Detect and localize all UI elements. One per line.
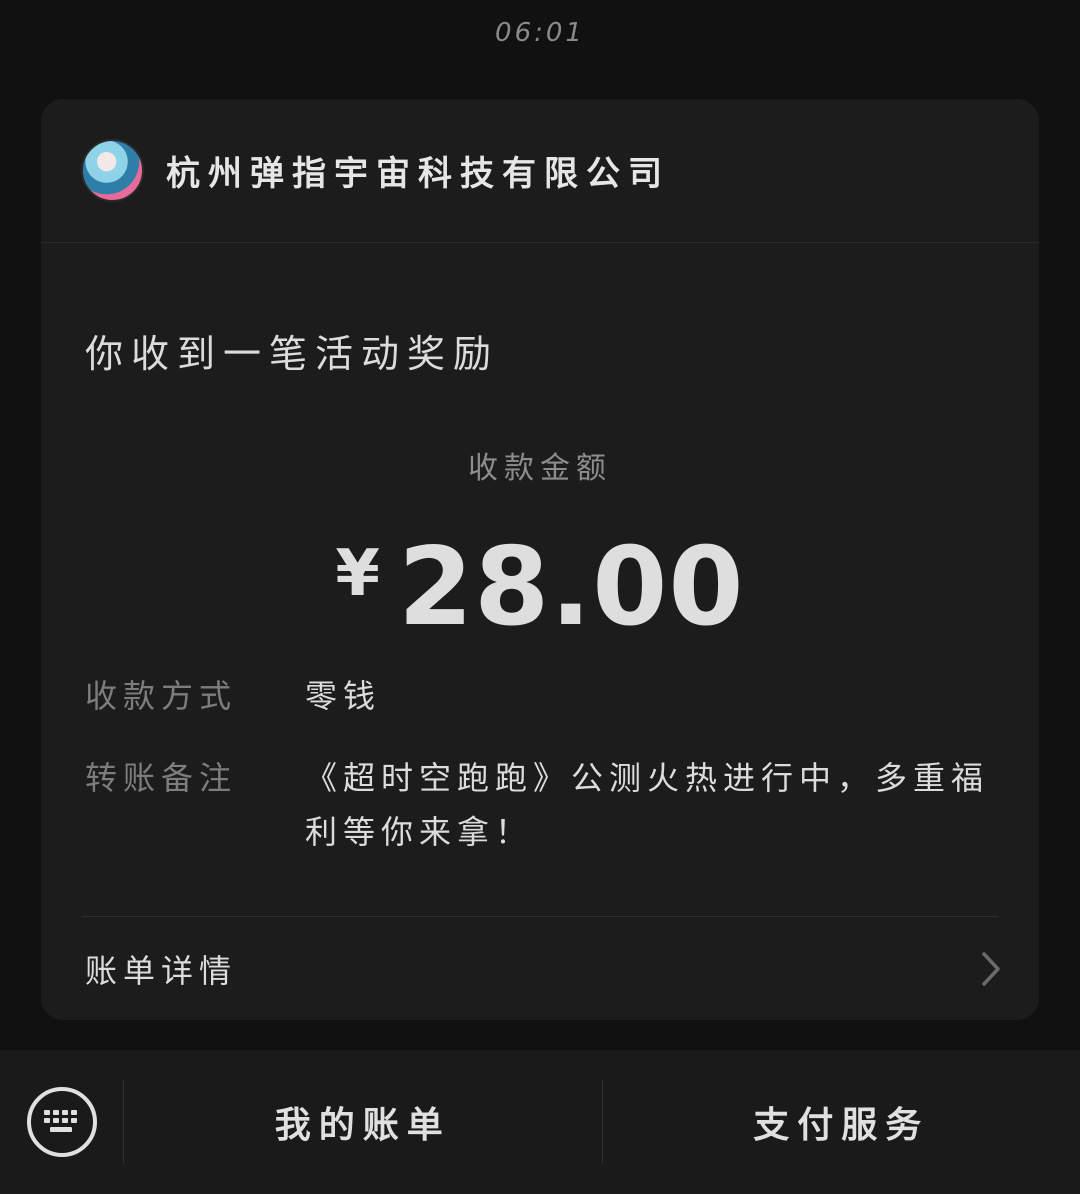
menu-payment-services[interactable]: 支付服务 [603,1050,1080,1194]
bill-details-link[interactable]: 账单详情 [85,939,1003,999]
divider [82,916,998,917]
amount-label: 收款金额 [468,451,612,486]
keyboard-icon [26,1087,97,1157]
bill-details-label: 账单详情 [85,952,238,990]
detail-label: 转账备注 [85,759,238,797]
status-time: 06:01 [495,18,585,48]
menu-my-bills[interactable]: 我的账单 [124,1050,602,1194]
transfer-notification-card: 杭州弹指宇宙科技有限公司 你收到一笔活动奖励 收款金额 ¥ 28.00 收款方式… [41,99,1039,1020]
card-header[interactable]: 杭州弹指宇宙科技有限公司 [41,99,1039,243]
detail-label: 收款方式 [85,677,238,715]
message-title: 你收到一笔活动奖励 [85,332,500,376]
company-avatar [81,139,144,202]
chevron-right-icon [982,952,1000,986]
currency-symbol: ¥ [335,537,380,611]
detail-value: 《超时空跑跑》公测火热进行中，多重福利等你来拿！ [305,759,990,851]
keyboard-toggle-button[interactable] [0,1050,123,1194]
amount-value: 28.00 [397,525,745,650]
detail-value: 零钱 [305,677,382,715]
detail-row-payment-method: 收款方式 零钱 [85,673,995,719]
bottom-menu-bar: 我的账单 支付服务 [0,1050,1080,1194]
company-name: 杭州弹指宇宙科技有限公司 [166,154,670,194]
amount-display: ¥ 28.00 [41,525,1039,650]
detail-row-transfer-remark: 转账备注 《超时空跑跑》公测火热进行中，多重福利等你来拿！ [85,751,995,859]
